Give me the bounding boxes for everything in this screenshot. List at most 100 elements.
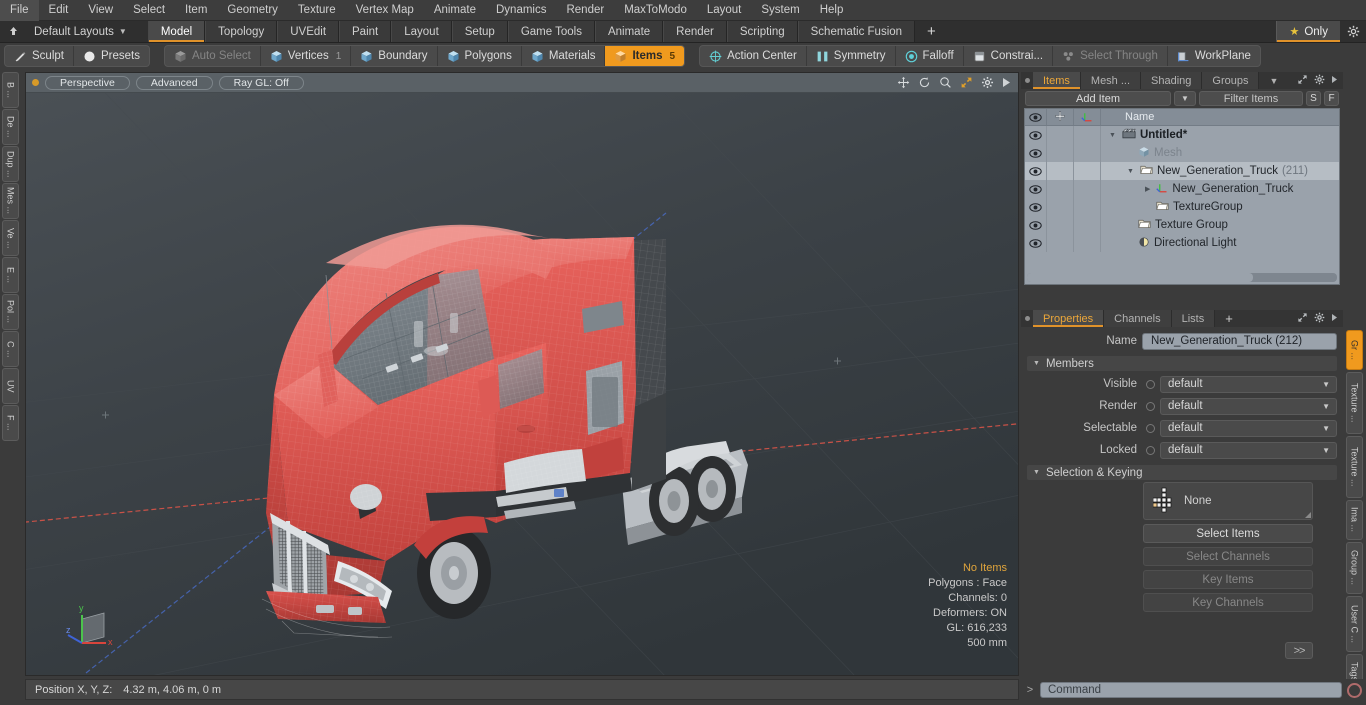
tree-column-3-cell[interactable] xyxy=(1074,162,1101,180)
tree-column-3-cell[interactable] xyxy=(1074,180,1101,198)
panel-overflow-arrow-icon[interactable] xyxy=(1331,313,1338,325)
menu-item-render[interactable]: Render xyxy=(556,0,614,21)
items-tree-row[interactable]: Mesh xyxy=(1025,144,1339,162)
member-toggle-radio[interactable] xyxy=(1146,379,1155,389)
tree-column-2-cell[interactable] xyxy=(1047,180,1074,198)
right-rail-tab-0[interactable]: Gr ... xyxy=(1346,330,1363,370)
tree-column-3-cell[interactable] xyxy=(1074,198,1101,216)
member-value-dropdown[interactable]: default ▼ xyxy=(1160,419,1337,437)
maximize-icon[interactable] xyxy=(1297,312,1308,326)
layout-tab-scripting[interactable]: Scripting xyxy=(726,21,798,42)
tab-groups[interactable]: Groups xyxy=(1202,72,1260,89)
member-toggle-radio[interactable] xyxy=(1146,445,1155,455)
tree-column-3-cell[interactable] xyxy=(1074,144,1101,162)
tab-items[interactable]: Items xyxy=(1033,72,1081,89)
items-tree-row[interactable]: ▼ New_Generation_Truck (211) xyxy=(1025,162,1339,180)
visibility-toggle-icon[interactable] xyxy=(1025,216,1047,234)
name-field[interactable]: New_Generation_Truck (212) xyxy=(1142,332,1337,350)
filter-s-button[interactable]: S xyxy=(1306,91,1321,106)
gear-icon[interactable] xyxy=(1314,312,1325,326)
right-rail-tab-2[interactable]: Texture ... xyxy=(1346,436,1363,498)
left-rail-tab-9[interactable]: F ... xyxy=(2,405,19,441)
left-rail-tab-6[interactable]: Pol ... xyxy=(2,294,19,330)
tree-expander-icon[interactable]: ▼ xyxy=(1127,168,1134,175)
menu-item-system[interactable]: System xyxy=(751,0,809,21)
gear-icon[interactable] xyxy=(981,76,994,89)
only-toggle-button[interactable]: ★ Only xyxy=(1276,21,1340,42)
items-tree-horizontal-scrollbar[interactable] xyxy=(1027,273,1337,282)
member-value-dropdown[interactable]: default ▼ xyxy=(1160,397,1337,415)
maximize-icon[interactable] xyxy=(1297,74,1308,88)
mode-button-select-through[interactable]: Select Through xyxy=(1053,46,1168,66)
mode-button-action-center[interactable]: Action Center xyxy=(700,46,807,66)
mode-button-presets[interactable]: Presets xyxy=(74,46,149,66)
tree-column-3-cell[interactable] xyxy=(1074,126,1101,144)
menu-item-dynamics[interactable]: Dynamics xyxy=(486,0,556,21)
tab-lists[interactable]: Lists xyxy=(1171,310,1216,327)
menu-item-select[interactable]: Select xyxy=(123,0,175,21)
right-rail-tab-4[interactable]: Group ... xyxy=(1346,542,1363,594)
member-value-dropdown[interactable]: default ▼ xyxy=(1160,441,1337,459)
maximize-icon[interactable] xyxy=(960,76,973,89)
menu-item-animate[interactable]: Animate xyxy=(424,0,486,21)
visibility-toggle-icon[interactable] xyxy=(1025,180,1047,198)
left-rail-tab-1[interactable]: De ... xyxy=(2,109,19,145)
items-tree[interactable]: Name ▼ Untitled* Mesh ▼ New_Generation_Truck… xyxy=(1024,108,1340,285)
viewport-canvas[interactable] xyxy=(26,93,1018,675)
items-tree-row[interactable]: ▶ New_Generation_Truck xyxy=(1025,180,1339,198)
items-tree-row[interactable]: ▼ Untitled* xyxy=(1025,126,1339,144)
home-icon[interactable] xyxy=(0,21,26,42)
tab-properties[interactable]: Properties xyxy=(1033,310,1105,327)
viewport-projection-button[interactable]: Perspective xyxy=(45,75,130,90)
member-toggle-radio[interactable] xyxy=(1146,423,1155,433)
left-rail-tab-7[interactable]: C ... xyxy=(2,331,19,367)
tab-shading[interactable]: Shading xyxy=(1141,72,1203,89)
mode-button-constrai[interactable]: Constrai... xyxy=(964,46,1054,66)
tree-expander-icon[interactable]: ▶ xyxy=(1145,185,1150,193)
play-icon[interactable] xyxy=(1002,77,1011,88)
tree-column-2-cell[interactable] xyxy=(1047,126,1074,144)
properties-panel-menu-dot-icon[interactable] xyxy=(1021,310,1033,327)
menu-item-maxtomodo[interactable]: MaxToModo xyxy=(614,0,697,21)
mode-button-boundary[interactable]: Boundary xyxy=(351,46,438,66)
right-rail-tab-3[interactable]: Ima ... xyxy=(1346,500,1363,540)
selection-keying-section-header[interactable]: ▼ Selection & Keying xyxy=(1027,465,1337,480)
member-toggle-radio[interactable] xyxy=(1146,401,1155,411)
layout-tab-game-tools[interactable]: Game Tools xyxy=(507,21,595,42)
3d-viewport[interactable]: Perspective Advanced Ray GL: Off No Item… xyxy=(25,72,1019,676)
panel-overflow-arrow-icon[interactable] xyxy=(1331,75,1338,87)
visibility-toggle-icon[interactable] xyxy=(1025,198,1047,216)
visibility-toggle-icon[interactable] xyxy=(1025,126,1047,144)
layout-tab-animate[interactable]: Animate xyxy=(594,21,664,42)
left-rail-tab-8[interactable]: UV xyxy=(2,368,19,404)
items-panel-menu-dot-icon[interactable] xyxy=(1021,72,1033,89)
layout-tab-topology[interactable]: Topology xyxy=(205,21,278,42)
mode-button-falloff[interactable]: Falloff xyxy=(896,46,964,66)
left-rail-tab-2[interactable]: Dup ... xyxy=(2,146,19,182)
tree-column-3-cell[interactable] xyxy=(1074,234,1101,252)
member-value-dropdown[interactable]: default ▼ xyxy=(1160,375,1337,393)
viewport-shading-button[interactable]: Advanced xyxy=(135,75,213,90)
record-icon[interactable] xyxy=(1347,682,1362,698)
select-items-button[interactable]: Select Items xyxy=(1143,524,1313,543)
layout-tab-paint[interactable]: Paint xyxy=(339,21,392,42)
menu-item-geometry[interactable]: Geometry xyxy=(217,0,288,21)
layout-selector[interactable]: Default Layouts ▼ xyxy=(26,21,135,42)
mode-button-auto-select[interactable]: Auto Select xyxy=(165,46,261,66)
visibility-toggle-icon[interactable] xyxy=(1025,162,1047,180)
add-item-button[interactable]: Add Item xyxy=(1025,91,1171,106)
add-layout-tab-button[interactable]: + xyxy=(915,21,948,42)
move-icon[interactable] xyxy=(897,76,910,89)
left-rail-tab-0[interactable]: B ... xyxy=(2,72,19,108)
mode-button-materials[interactable]: Materials xyxy=(522,46,606,66)
menu-item-item[interactable]: Item xyxy=(175,0,217,21)
tree-column-2-cell[interactable] xyxy=(1047,216,1074,234)
members-section-header[interactable]: ▼ Members xyxy=(1027,356,1337,371)
menu-item-layout[interactable]: Layout xyxy=(697,0,752,21)
right-rail-tab-1[interactable]: Texture ... xyxy=(1346,372,1363,434)
menu-item-vertex-map[interactable]: Vertex Map xyxy=(346,0,424,21)
viewport-menu-dot-icon[interactable] xyxy=(32,79,39,86)
layout-tab-uvedit[interactable]: UVEdit xyxy=(277,21,340,42)
tree-column-2-cell[interactable] xyxy=(1047,198,1074,216)
visibility-toggle-icon[interactable] xyxy=(1025,144,1047,162)
